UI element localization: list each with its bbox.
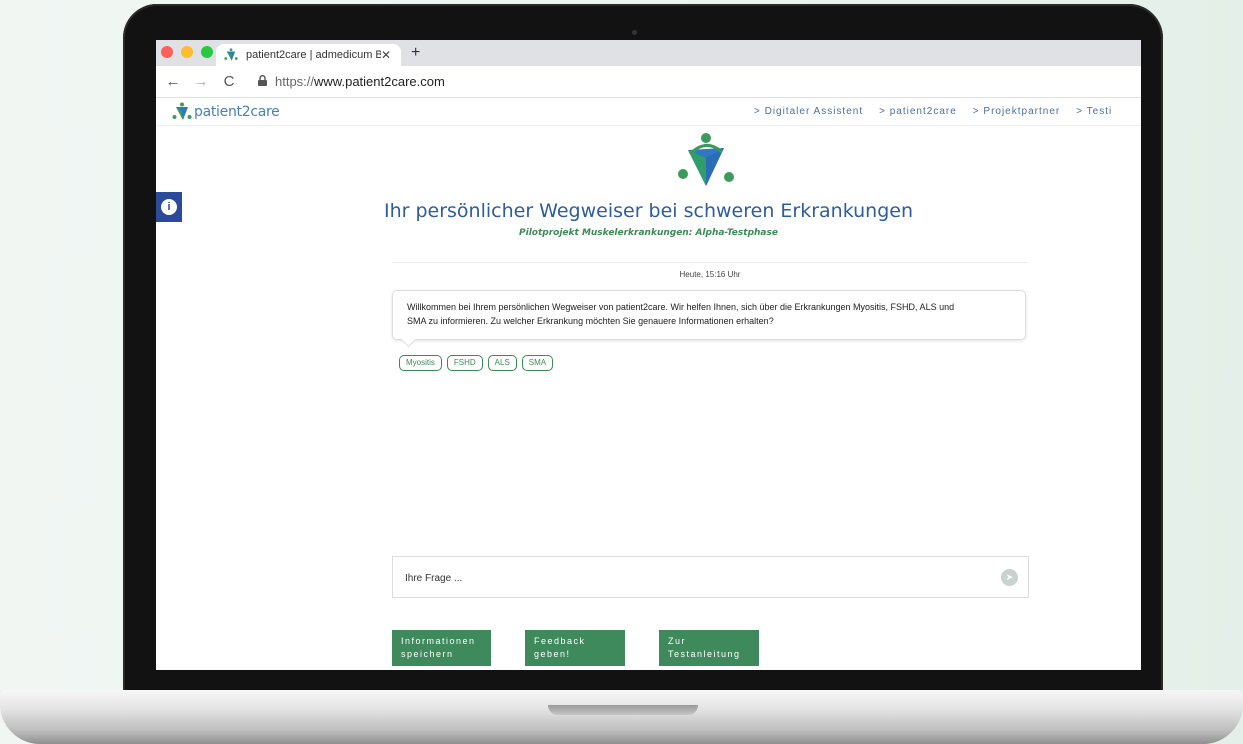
new-tab-button[interactable]: + [411, 44, 420, 62]
page-subtitle: Pilotprojekt Muskelerkrankungen: Alpha-T… [519, 228, 778, 238]
feedback-label-1: Feedback [534, 636, 586, 646]
quick-reply-options: Myositis FSHD ALS SMA [399, 355, 554, 371]
address-bar[interactable]: https://www.patient2care.com [275, 74, 445, 89]
window-controls [161, 46, 213, 58]
reload-icon[interactable]: C [218, 73, 240, 90]
top-navigation: > Digitaler Assistent > patient2care > P… [754, 106, 1112, 117]
chat-timestamp: Heute, 15:16 Uhr [679, 270, 741, 279]
laptop-screen: patient2care | admedicum Bus ✕ + ← → C h… [156, 40, 1141, 670]
nav-projektpartner[interactable]: > Projektpartner [973, 106, 1060, 117]
forward-arrow-icon[interactable]: → [190, 73, 212, 90]
option-sma-button[interactable]: SMA [521, 355, 554, 371]
maximize-window-button[interactable] [201, 46, 213, 58]
question-input[interactable] [405, 569, 985, 587]
save-information-button[interactable]: Informationen speichern [392, 630, 491, 666]
patient2care-logo-icon [172, 102, 192, 120]
brand-name: patient2care [194, 104, 280, 120]
option-fshd-button[interactable]: FSHD [446, 355, 483, 371]
browser-toolbar: ← → C https://www.patient2care.com [156, 66, 1141, 98]
site-logo[interactable]: patient2care [172, 102, 280, 122]
close-tab-icon[interactable]: ✕ [381, 48, 395, 62]
nav-digitaler-assistent[interactable]: > Digitaler Assistent [754, 106, 863, 117]
url-scheme: https:// [275, 74, 315, 89]
tab-title: patient2care | admedicum Bus [246, 49, 381, 61]
feedback-button[interactable]: Feedback geben! [525, 630, 625, 666]
feedback-label-2: geben! [534, 649, 571, 659]
question-box: ➤ [392, 556, 1029, 598]
lock-icon [258, 74, 267, 89]
bot-message-line-2: SMA zu informieren. Zu welcher Erkrankun… [407, 316, 774, 326]
chat-divider [392, 262, 1028, 263]
option-als-button[interactable]: ALS [487, 355, 517, 371]
laptop-notch [548, 705, 698, 715]
save-information-label-2: speichern [401, 649, 454, 659]
browser-tab-bar: patient2care | admedicum Bus ✕ + [156, 40, 1141, 66]
save-information-label-1: Informationen [401, 636, 476, 646]
test-guide-label-2: Testanleitung [668, 649, 741, 659]
back-arrow-icon[interactable]: ← [162, 73, 184, 90]
option-myositis-button[interactable]: Myositis [399, 355, 442, 371]
page-title: Ihr persönlicher Wegweiser bei schweren … [383, 200, 914, 222]
favicon-icon [224, 48, 238, 61]
laptop-base [0, 690, 1243, 744]
test-guide-button[interactable]: Zur Testanleitung [659, 630, 759, 666]
nav-testing[interactable]: > Testi [1076, 106, 1112, 117]
bot-message: Willkommen bei Ihrem persönlichen Wegwei… [392, 290, 1026, 340]
send-icon[interactable]: ➤ [1001, 569, 1018, 586]
close-window-button[interactable] [161, 46, 173, 58]
url-domain: www.patient2care.com [314, 74, 445, 89]
minimize-window-button[interactable] [181, 46, 193, 58]
hero-logo-icon [678, 133, 734, 186]
bot-message-line-1: Willkommen bei Ihrem persönlichen Wegwei… [407, 302, 955, 312]
test-guide-label-1: Zur [668, 636, 686, 646]
site-header: patient2care > Digitaler Assistent > pat… [156, 98, 1141, 126]
nav-patient2care[interactable]: > patient2care [879, 106, 957, 117]
browser-tab[interactable]: patient2care | admedicum Bus ✕ [216, 44, 401, 66]
laptop-camera [632, 30, 637, 35]
